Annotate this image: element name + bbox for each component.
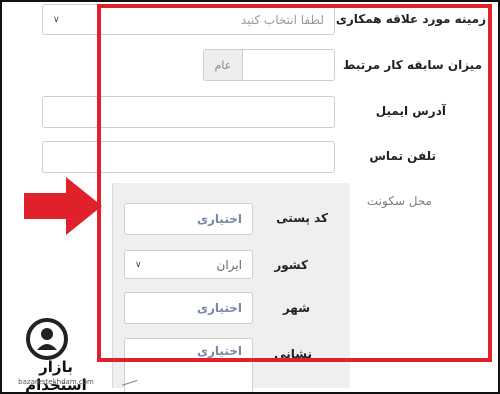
city-placeholder: اختیاری <box>197 301 242 315</box>
field-of-interest-select[interactable]: لطفا انتخاب کنید ∨ <box>42 4 335 35</box>
city-label: شهر <box>282 301 310 315</box>
address-label: نشانی <box>274 347 312 361</box>
postal-code-input[interactable]: اختیاری <box>124 203 253 235</box>
residence-label: محل سکونت <box>366 194 432 208</box>
phone-input[interactable] <box>42 141 335 173</box>
phone-label: تلفن تماس <box>369 149 436 163</box>
city-input[interactable]: اختیاری <box>124 292 253 324</box>
watermark-logo: بازار استخدام bazarestekhdam.com <box>6 318 116 394</box>
search-person-icon <box>26 318 68 360</box>
experience-label: میزان سابقه کار مرتبط <box>343 58 482 72</box>
experience-input[interactable] <box>242 49 335 81</box>
address-textarea[interactable]: اختیاری <box>124 338 253 394</box>
red-right-arrow-icon <box>24 177 102 235</box>
watermark-brand: بازار استخدام <box>25 358 87 394</box>
country-value: ایران <box>216 257 242 272</box>
email-input[interactable] <box>42 96 335 128</box>
chevron-down-icon: ∨ <box>135 259 142 270</box>
country-label: کشور <box>274 258 308 272</box>
experience-unit-addon: عام <box>203 49 243 81</box>
field-of-interest-label: زمینه مورد علاقه همکاری <box>335 12 486 26</box>
postal-code-placeholder: اختیاری <box>197 212 242 226</box>
field-of-interest-value: لطفا انتخاب کنید <box>240 12 324 27</box>
watermark-site: bazarestekhdam.com <box>18 378 94 386</box>
address-placeholder: اختیاری <box>197 344 242 358</box>
chevron-down-icon: ∨ <box>53 14 60 25</box>
email-label: آدرس ایمیل <box>375 104 446 118</box>
country-select[interactable]: ایران ∨ <box>124 250 253 279</box>
postal-code-label: کد پستی <box>276 211 328 225</box>
